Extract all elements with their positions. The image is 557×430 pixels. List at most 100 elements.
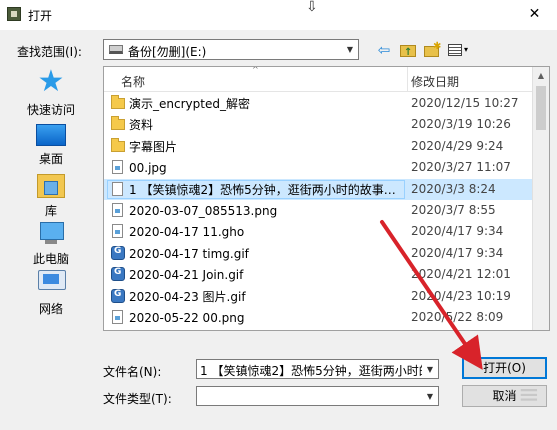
file-icon — [112, 160, 123, 175]
chevron-down-icon[interactable]: ▼ — [422, 360, 438, 378]
close-button[interactable]: ✕ — [512, 0, 557, 30]
file-name: 2020-06-17 zip.jpg — [107, 329, 405, 330]
gif-file-icon — [111, 245, 125, 260]
back-button[interactable]: ⇦ — [374, 40, 394, 60]
chevron-down-icon: ▾ — [464, 45, 469, 54]
watermark-logo: ≡ — [518, 380, 540, 410]
view-menu-button[interactable]: ▾ — [446, 40, 474, 60]
table-row[interactable]: 2020-04-17 11.gho 2020/4/17 9:34 — [104, 221, 534, 242]
file-icon — [112, 202, 123, 217]
sort-caret-icon: ^ — [252, 66, 259, 74]
network-icon — [36, 270, 66, 296]
sparkle-icon: ✱ — [433, 41, 442, 52]
up-folder-button[interactable] — [398, 40, 418, 63]
file-date: 2020/3/7 8:55 — [411, 202, 496, 217]
table-row[interactable]: 资料 2020/3/19 10:26 — [104, 114, 534, 135]
filename-label: 文件名(N): — [103, 365, 162, 379]
gif-file-icon — [111, 288, 125, 303]
file-date: 2020/4/21 12:01 — [411, 267, 511, 282]
table-row[interactable]: 1 【笑镇惊魂2】恐怖5分钟，逛街两小时的故事《... 2020/3/3 8:24 — [104, 178, 534, 200]
vertical-scrollbar[interactable]: ▲ — [532, 67, 549, 330]
chevron-down-icon[interactable]: ▼ — [422, 387, 438, 405]
place-label: 此电脑 — [32, 252, 69, 266]
file-name: 2020-04-21 Join.gif — [129, 268, 244, 283]
file-date: 2020/12/15 10:27 — [411, 96, 519, 110]
drive-icon — [109, 45, 123, 54]
file-date: 2020/4/29 9:24 — [411, 138, 504, 153]
this-pc-icon — [36, 222, 66, 246]
place-desktop[interactable]: 桌面 — [17, 120, 85, 167]
place-label: 网络 — [38, 302, 63, 316]
lookin-label: 查找范围(I): — [17, 45, 82, 59]
table-row[interactable]: 2020-05-22 00.png 2020/5/22 8:09 — [104, 307, 534, 328]
folder-icon — [111, 137, 125, 152]
scroll-up-icon[interactable]: ▲ — [533, 67, 549, 84]
file-date: 2020/5/22 8:09 — [411, 309, 504, 324]
file-date: 2020/3/27 11:07 — [411, 160, 511, 175]
file-date: 2020/4/17 9:34 — [411, 224, 504, 239]
up-folder-icon — [400, 43, 416, 63]
chevron-down-icon[interactable]: ▼ — [342, 40, 358, 59]
file-date: 2020/4/17 9:34 — [411, 245, 504, 260]
scroll-thumb[interactable] — [536, 86, 546, 130]
lookin-dropdown[interactable]: 备份[勿删](E:) ▼ — [103, 39, 359, 60]
table-row[interactable]: 2020-03-07_085513.png 2020/3/7 8:55 — [104, 200, 534, 221]
filetype-label: 文件类型(T): — [103, 392, 172, 406]
file-date: 2020/6/17 12:19 — [411, 329, 511, 330]
place-label: 桌面 — [38, 152, 63, 166]
file-icon — [112, 181, 123, 196]
gif-file-icon — [111, 267, 125, 282]
column-header-name[interactable]: 名称 — [121, 73, 145, 90]
place-quick-access[interactable]: ★ 快速访问 — [17, 67, 85, 118]
file-list[interactable]: ^ 名称 修改日期 演示_encrypted_解密 2020/12/15 10:2… — [103, 66, 550, 331]
table-row[interactable]: 2020-04-17 timg.gif 2020/4/17 9:34 — [104, 243, 534, 264]
view-list-icon — [448, 44, 462, 56]
libraries-icon — [37, 174, 65, 198]
filename-input[interactable]: 1 【笑镇惊魂2】恐怖5分钟，逛街两小时的 — [200, 362, 422, 379]
file-name: 2020-03-07_085513.png — [129, 203, 278, 218]
filetype-select[interactable]: ▼ — [196, 386, 439, 406]
file-name: 字幕图片 — [129, 139, 178, 154]
column-divider[interactable] — [407, 67, 408, 92]
column-header-date[interactable]: 修改日期 — [411, 73, 459, 90]
lookin-value: 备份[勿删](E:) — [128, 45, 207, 59]
table-row[interactable]: 2020-06-17 zip.jpg 2020/6/17 12:19 — [104, 328, 534, 330]
file-icon — [112, 309, 123, 324]
file-date: 2020/3/3 8:24 — [411, 181, 496, 196]
open-button[interactable]: 打开(O) — [462, 357, 547, 379]
place-label: 快速访问 — [26, 103, 75, 117]
filename-combo[interactable]: 1 【笑镇惊魂2】恐怖5分钟，逛街两小时的 ▼ — [196, 359, 439, 379]
place-libraries[interactable]: 库 — [17, 171, 85, 219]
list-header: ^ 名称 修改日期 — [104, 67, 534, 92]
folder-icon — [111, 116, 125, 131]
file-name: 2020-04-23 图片.gif — [129, 289, 246, 304]
file-name: 演示_encrypted_解密 — [129, 97, 250, 111]
app-icon — [7, 7, 21, 21]
file-name: 资料 — [129, 118, 154, 133]
table-row[interactable]: 00.jpg 2020/3/27 11:07 — [104, 157, 534, 178]
file-date: 2020/4/23 10:19 — [411, 288, 511, 303]
new-folder-button[interactable]: ✱ — [422, 40, 442, 60]
back-arrow-icon: ⇦ — [377, 41, 391, 59]
place-network[interactable]: 网络 — [17, 268, 85, 317]
mouse-cursor-icon: ⇩ — [306, 0, 318, 15]
table-row[interactable]: 演示_encrypted_解密 2020/12/15 10:27 — [104, 93, 534, 114]
table-row[interactable]: 字幕图片 2020/4/29 9:24 — [104, 136, 534, 157]
places-bar: ★ 快速访问 桌面 库 此电脑 网络 — [17, 67, 85, 327]
desktop-icon — [36, 124, 66, 146]
table-row[interactable]: 2020-04-21 Join.gif 2020/4/21 12:01 — [104, 264, 534, 285]
file-icon — [112, 224, 123, 239]
window-title: 打开 — [28, 9, 53, 23]
place-label: 库 — [44, 204, 57, 218]
file-name: 00.jpg — [129, 161, 167, 176]
table-row[interactable]: 2020-04-23 图片.gif 2020/4/23 10:19 — [104, 286, 534, 307]
file-rows: 演示_encrypted_解密 2020/12/15 10:27 资料 2020/3/… — [104, 93, 534, 330]
folder-icon — [111, 95, 125, 109]
file-name: 2020-05-22 00.png — [129, 310, 245, 325]
file-name: 2020-04-17 timg.gif — [129, 246, 249, 261]
file-name: 1 【笑镇惊魂2】恐怖5分钟，逛街两小时的故事《... — [107, 179, 405, 199]
place-this-pc[interactable]: 此电脑 — [17, 219, 85, 267]
title-bar: 打开 ⇩ ✕ — [0, 0, 557, 30]
file-date: 2020/3/19 10:26 — [411, 117, 511, 132]
quick-access-icon: ★ — [37, 64, 65, 99]
